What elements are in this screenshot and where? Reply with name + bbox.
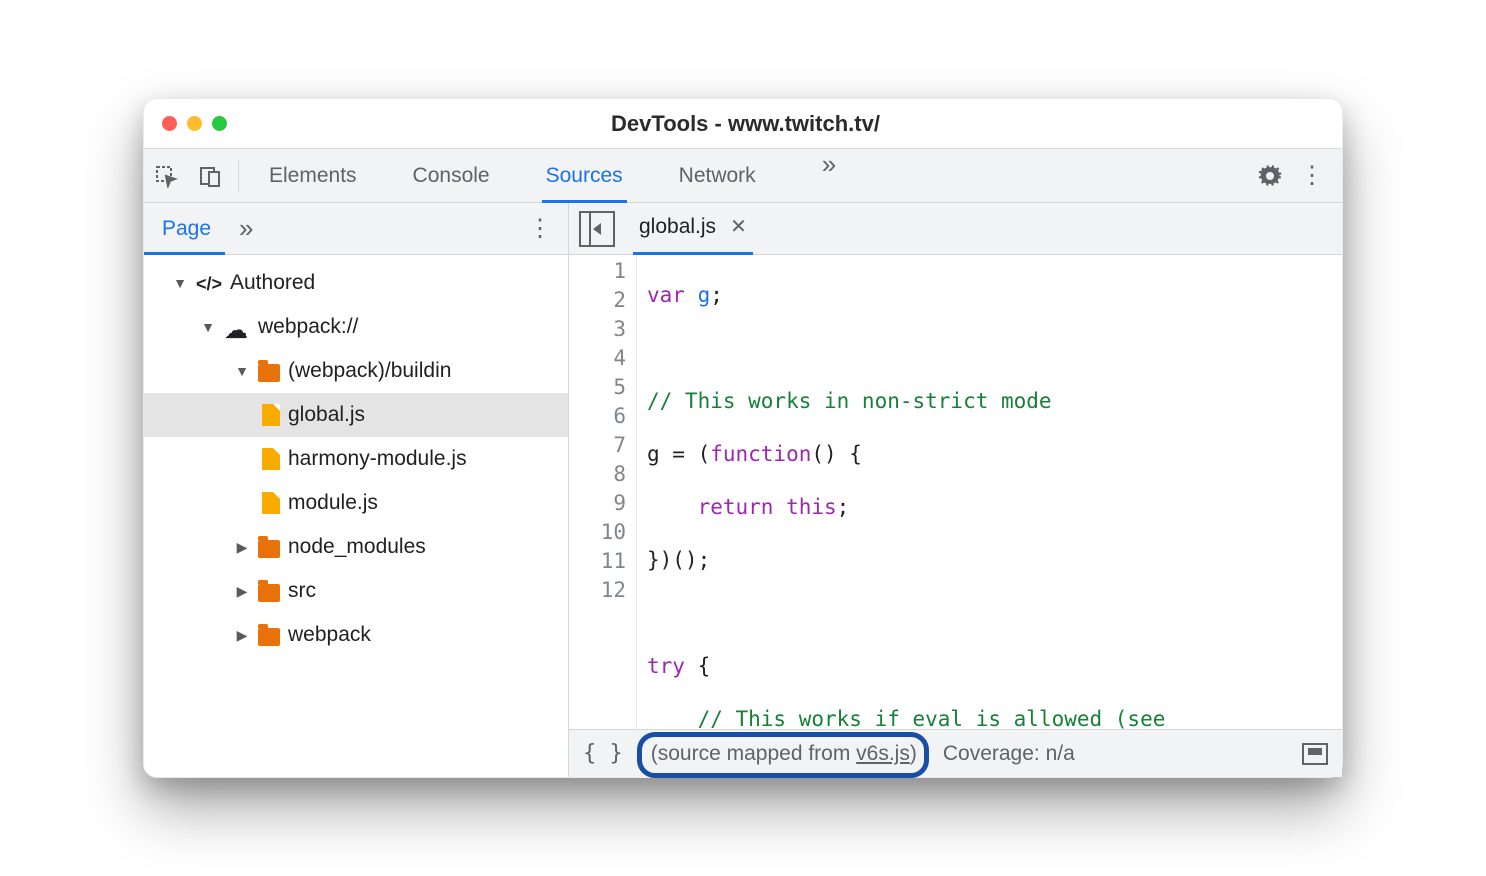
file-tree: Authored webpack:// (webpack)/buildin gl… xyxy=(144,255,569,777)
tree-label: webpack:// xyxy=(258,315,358,339)
more-navigator-tabs-icon[interactable]: » xyxy=(225,213,267,244)
close-window-icon[interactable] xyxy=(162,116,177,131)
tree-label: node_modules xyxy=(288,535,426,559)
pretty-print-icon[interactable]: { } xyxy=(583,741,639,766)
file-tab-label: global.js xyxy=(639,201,716,253)
js-file-icon xyxy=(262,448,280,470)
editor-tabs-header: global.js ✕ xyxy=(569,203,1342,254)
main-toolbar: Elements Console Sources Network » ⋮ xyxy=(144,149,1342,203)
folder-icon xyxy=(258,364,280,382)
line-gutter: 123456789101112 xyxy=(569,255,637,729)
sub-toolbar: Page » ⋮ global.js ✕ xyxy=(144,203,1342,255)
source-map-suffix: ) xyxy=(910,742,917,765)
code-icon xyxy=(196,272,222,294)
tab-elements[interactable]: Elements xyxy=(265,149,361,203)
console-drawer-icon[interactable] xyxy=(1302,743,1328,765)
navigator-menu-icon[interactable]: ⋮ xyxy=(512,214,568,243)
tree-label: module.js xyxy=(288,491,378,515)
editor-pane: 123456789101112 var g; // This works in … xyxy=(569,255,1342,777)
tree-label: (webpack)/buildin xyxy=(288,359,451,383)
tree-folder-webpack[interactable]: webpack xyxy=(144,613,568,657)
devtools-window: DevTools - www.twitch.tv/ Elements Conso… xyxy=(143,98,1343,778)
tab-network[interactable]: Network xyxy=(675,149,760,203)
close-tab-icon[interactable]: ✕ xyxy=(730,201,747,253)
zoom-window-icon[interactable] xyxy=(212,116,227,131)
tab-console[interactable]: Console xyxy=(409,149,494,203)
js-file-icon xyxy=(262,492,280,514)
tree-label: Authored xyxy=(230,271,315,295)
navigator-header: Page » ⋮ xyxy=(144,203,569,254)
tab-sources[interactable]: Sources xyxy=(542,149,627,203)
window-title: DevTools - www.twitch.tv/ xyxy=(227,111,1324,137)
gear-icon[interactable] xyxy=(1258,164,1282,188)
titlebar: DevTools - www.twitch.tv/ xyxy=(144,99,1342,149)
toggle-navigator-icon[interactable] xyxy=(579,211,615,247)
source-map-prefix: (source mapped from xyxy=(651,742,856,765)
code-area[interactable]: 123456789101112 var g; // This works in … xyxy=(569,255,1342,729)
js-file-icon xyxy=(262,404,280,426)
folder-icon xyxy=(258,628,280,646)
tree-label: src xyxy=(288,579,316,603)
tree-file-harmony-module-js[interactable]: harmony-module.js xyxy=(144,437,568,481)
folder-icon xyxy=(258,584,280,602)
toolbar-right: ⋮ xyxy=(1258,161,1342,190)
traffic-lights xyxy=(162,116,227,131)
body: Authored webpack:// (webpack)/buildin gl… xyxy=(144,255,1342,777)
inspect-element-icon[interactable] xyxy=(144,149,188,203)
device-toolbar-icon[interactable] xyxy=(188,149,232,203)
code-content[interactable]: var g; // This works in non-strict mode … xyxy=(637,255,1165,729)
main-tabs: Elements Console Sources Network » xyxy=(245,149,1258,203)
tree-folder-node-modules[interactable]: node_modules xyxy=(144,525,568,569)
source-map-info[interactable]: (source mapped from v6s.js) xyxy=(639,738,929,770)
minimize-window-icon[interactable] xyxy=(187,116,202,131)
tree-folder-buildin[interactable]: (webpack)/buildin xyxy=(144,349,568,393)
tree-folder-src[interactable]: src xyxy=(144,569,568,613)
source-map-link[interactable]: v6s.js xyxy=(856,742,910,765)
tree-file-module-js[interactable]: module.js xyxy=(144,481,568,525)
tree-label: harmony-module.js xyxy=(288,447,467,471)
separator xyxy=(238,159,239,193)
tree-webpack-scheme[interactable]: webpack:// xyxy=(144,305,568,349)
more-tabs-icon[interactable]: » xyxy=(808,149,850,203)
status-bar: { } (source mapped from v6s.js) Coverage… xyxy=(569,729,1342,777)
coverage-info: Coverage: n/a xyxy=(943,742,1075,766)
cloud-icon xyxy=(224,316,250,338)
folder-icon xyxy=(258,540,280,558)
tree-file-global-js[interactable]: global.js xyxy=(144,393,568,437)
kebab-menu-icon[interactable]: ⋮ xyxy=(1300,161,1324,190)
tab-page[interactable]: Page xyxy=(144,203,225,255)
file-tab-global-js[interactable]: global.js ✕ xyxy=(633,203,753,255)
tree-root-authored[interactable]: Authored xyxy=(144,261,568,305)
tree-label: webpack xyxy=(288,623,371,647)
tree-label: global.js xyxy=(288,403,365,427)
